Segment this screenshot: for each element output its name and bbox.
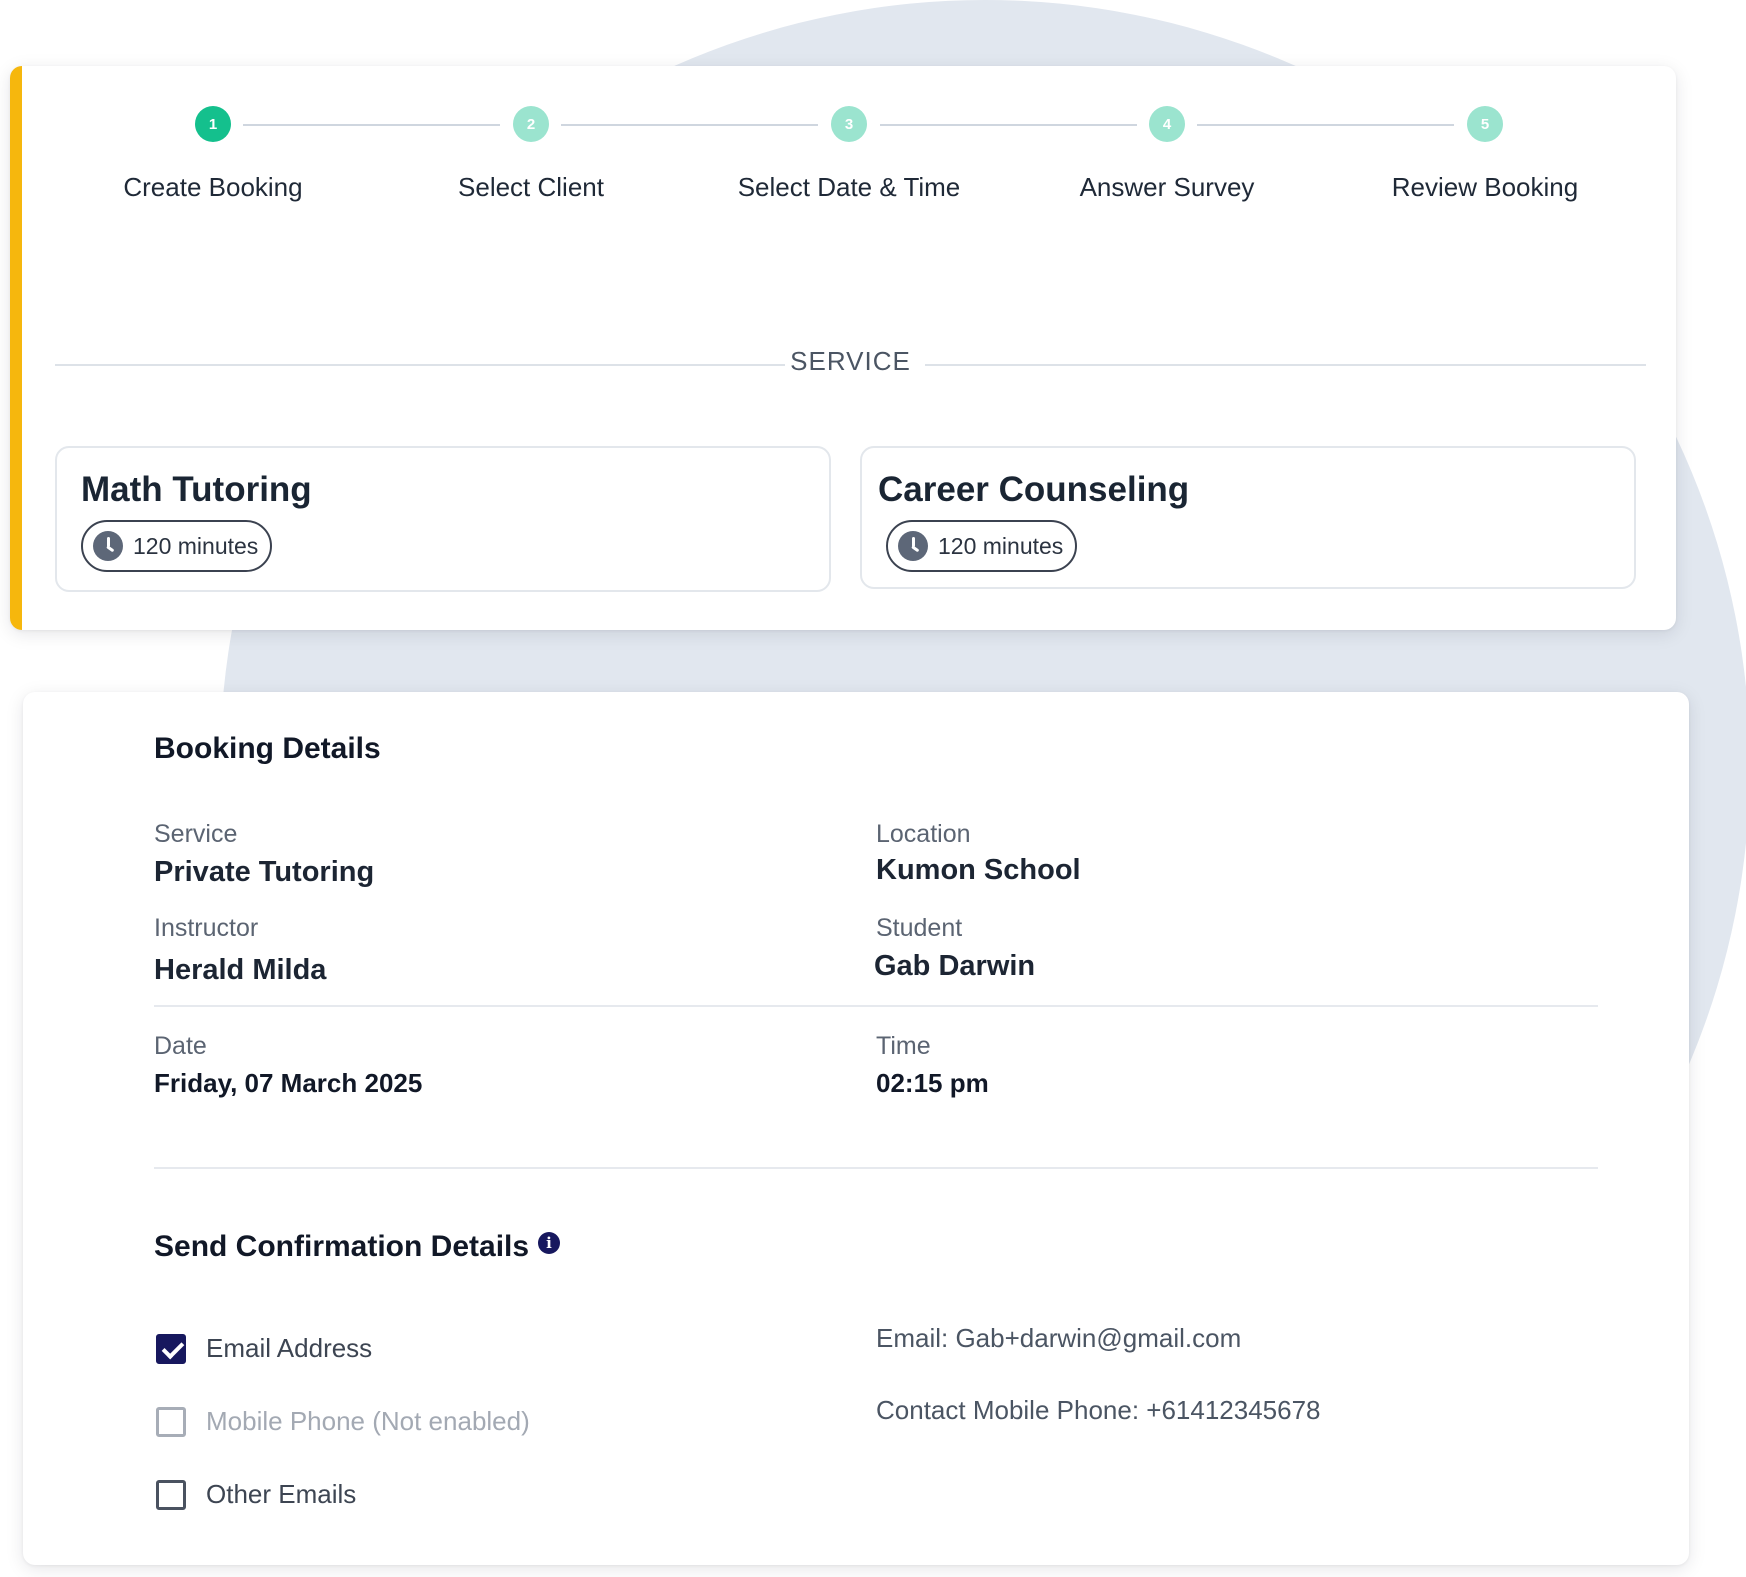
step-select-date-time[interactable]: 3 Select Date & Time	[699, 106, 999, 203]
booking-details-title: Booking Details	[154, 732, 381, 765]
divider	[154, 1005, 1598, 1007]
service-card-math-tutoring[interactable]: Math Tutoring 120 minutes	[55, 446, 831, 592]
checkbox-label: Mobile Phone (Not enabled)	[206, 1406, 530, 1436]
student-value: Gab Darwin	[874, 950, 1036, 982]
phone-contact-line: Contact Mobile Phone: +61412345678	[876, 1395, 1321, 1425]
option-other-emails[interactable]: Other Emails	[156, 1479, 356, 1510]
service-label: Service	[154, 820, 238, 848]
info-icon[interactable]: i	[538, 1232, 560, 1254]
location-value: Kumon School	[876, 854, 1081, 886]
instructor-label: Instructor	[154, 914, 259, 942]
step-number: 5	[1467, 106, 1503, 142]
email-address-checkbox[interactable]	[156, 1333, 186, 1364]
step-label: Select Date & Time	[737, 172, 961, 202]
service-selection-card: 1 Create Booking 2 Select Client 3 Selec…	[10, 66, 1676, 630]
duration-badge: 120 minutes	[886, 520, 1078, 572]
step-review-booking[interactable]: 5 Review Booking	[1335, 106, 1635, 203]
divider	[154, 1167, 1598, 1169]
step-label: Select Client	[458, 172, 604, 202]
service-section-divider: SERVICE	[55, 346, 1646, 386]
time-value: 02:15 pm	[876, 1068, 989, 1098]
step-select-client[interactable]: 2 Select Client	[381, 106, 681, 203]
step-number: 2	[513, 106, 549, 142]
step-number: 1	[195, 106, 231, 142]
clock-icon	[93, 531, 123, 561]
service-title: Math Tutoring	[81, 470, 312, 509]
student-label: Student	[876, 914, 963, 942]
date-value: Friday, 07 March 2025	[154, 1068, 423, 1098]
checkbox-label: Other Emails	[206, 1479, 357, 1509]
instructor-value: Herald Milda	[154, 954, 327, 986]
step-create-booking[interactable]: 1 Create Booking	[63, 106, 363, 203]
service-card-career-counseling[interactable]: Career Counseling 120 minutes	[860, 446, 1636, 589]
mobile-phone-checkbox	[156, 1406, 186, 1437]
time-label: Time	[876, 1032, 931, 1060]
step-number: 4	[1149, 106, 1185, 142]
service-value: Private Tutoring	[154, 856, 375, 888]
option-mobile-phone: Mobile Phone (Not enabled)	[156, 1406, 530, 1437]
booking-details-card: Booking Details Service Private Tutoring…	[23, 692, 1689, 1565]
step-number: 3	[831, 106, 867, 142]
step-answer-survey[interactable]: 4 Answer Survey	[1017, 106, 1317, 203]
section-heading: SERVICE	[790, 346, 911, 376]
booking-stepper: 1 Create Booking 2 Select Client 3 Selec…	[10, 66, 1676, 306]
option-email-address[interactable]: Email Address	[156, 1333, 372, 1364]
duration-text: 120 minutes	[938, 532, 1064, 559]
send-confirmation-title: Send Confirmation Details	[154, 1230, 530, 1263]
clock-icon	[898, 531, 928, 561]
email-contact-line: Email: Gab+darwin@gmail.com	[876, 1323, 1242, 1353]
other-emails-checkbox[interactable]	[156, 1479, 186, 1510]
checkbox-label: Email Address	[206, 1333, 373, 1363]
step-label: Create Booking	[123, 172, 303, 202]
step-label: Review Booking	[1391, 172, 1579, 202]
duration-badge: 120 minutes	[81, 520, 273, 572]
duration-text: 120 minutes	[133, 532, 259, 559]
location-label: Location	[876, 820, 971, 848]
service-title: Career Counseling	[878, 470, 1190, 509]
step-label: Answer Survey	[1079, 172, 1255, 202]
date-label: Date	[154, 1032, 207, 1060]
